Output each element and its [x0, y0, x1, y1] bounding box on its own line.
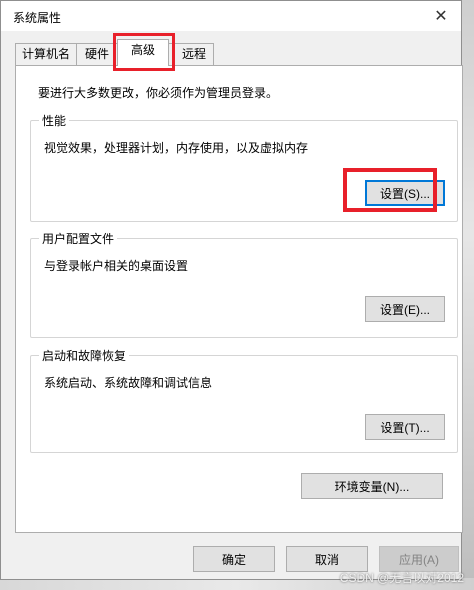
startup-recovery-group: 启动和故障恢复 系统启动、系统故障和调试信息 设置(T)...: [30, 347, 458, 453]
user-profiles-description: 与登录帐户相关的桌面设置: [44, 259, 189, 273]
user-profiles-settings-button[interactable]: 设置(E)...: [365, 296, 445, 322]
window-title: 系统属性: [13, 11, 62, 25]
environment-variables-button[interactable]: 环境变量(N)...: [301, 473, 443, 499]
system-properties-dialog: 系统属性 ✕ 计算机名 硬件 高级 远程 要进行大多数更改，你必须作为管理员登录…: [0, 0, 463, 580]
tab-remote[interactable]: 远程: [168, 43, 214, 65]
startup-recovery-title: 启动和故障恢复: [39, 347, 130, 364]
background-strip: [462, 0, 474, 590]
tab-hardware[interactable]: 硬件: [76, 43, 118, 65]
performance-settings-button[interactable]: 设置(S)...: [365, 180, 445, 206]
user-profiles-group: 用户配置文件 与登录帐户相关的桌面设置 设置(E)...: [30, 230, 458, 338]
performance-title: 性能: [39, 112, 70, 129]
advanced-panel: 要进行大多数更改，你必须作为管理员登录。 性能 视觉效果，处理器计划，内存使用，…: [15, 65, 463, 533]
close-icon[interactable]: ✕: [429, 4, 453, 28]
admin-note: 要进行大多数更改，你必须作为管理员登录。: [38, 86, 279, 100]
ok-button[interactable]: 确定: [193, 546, 275, 572]
user-profiles-title: 用户配置文件: [39, 230, 118, 247]
tab-advanced[interactable]: 高级: [117, 39, 169, 66]
startup-recovery-settings-button[interactable]: 设置(T)...: [365, 414, 445, 440]
performance-description: 视觉效果，处理器计划，内存使用，以及虚拟内存: [44, 141, 309, 155]
performance-group: 性能 视觉效果，处理器计划，内存使用，以及虚拟内存 设置(S)...: [30, 112, 458, 222]
title-bar: 系统属性 ✕: [1, 1, 461, 31]
startup-recovery-description: 系统启动、系统故障和调试信息: [44, 376, 213, 390]
watermark: CSDN @无言以对2012: [339, 571, 464, 585]
tab-computer-name[interactable]: 计算机名: [15, 43, 77, 65]
